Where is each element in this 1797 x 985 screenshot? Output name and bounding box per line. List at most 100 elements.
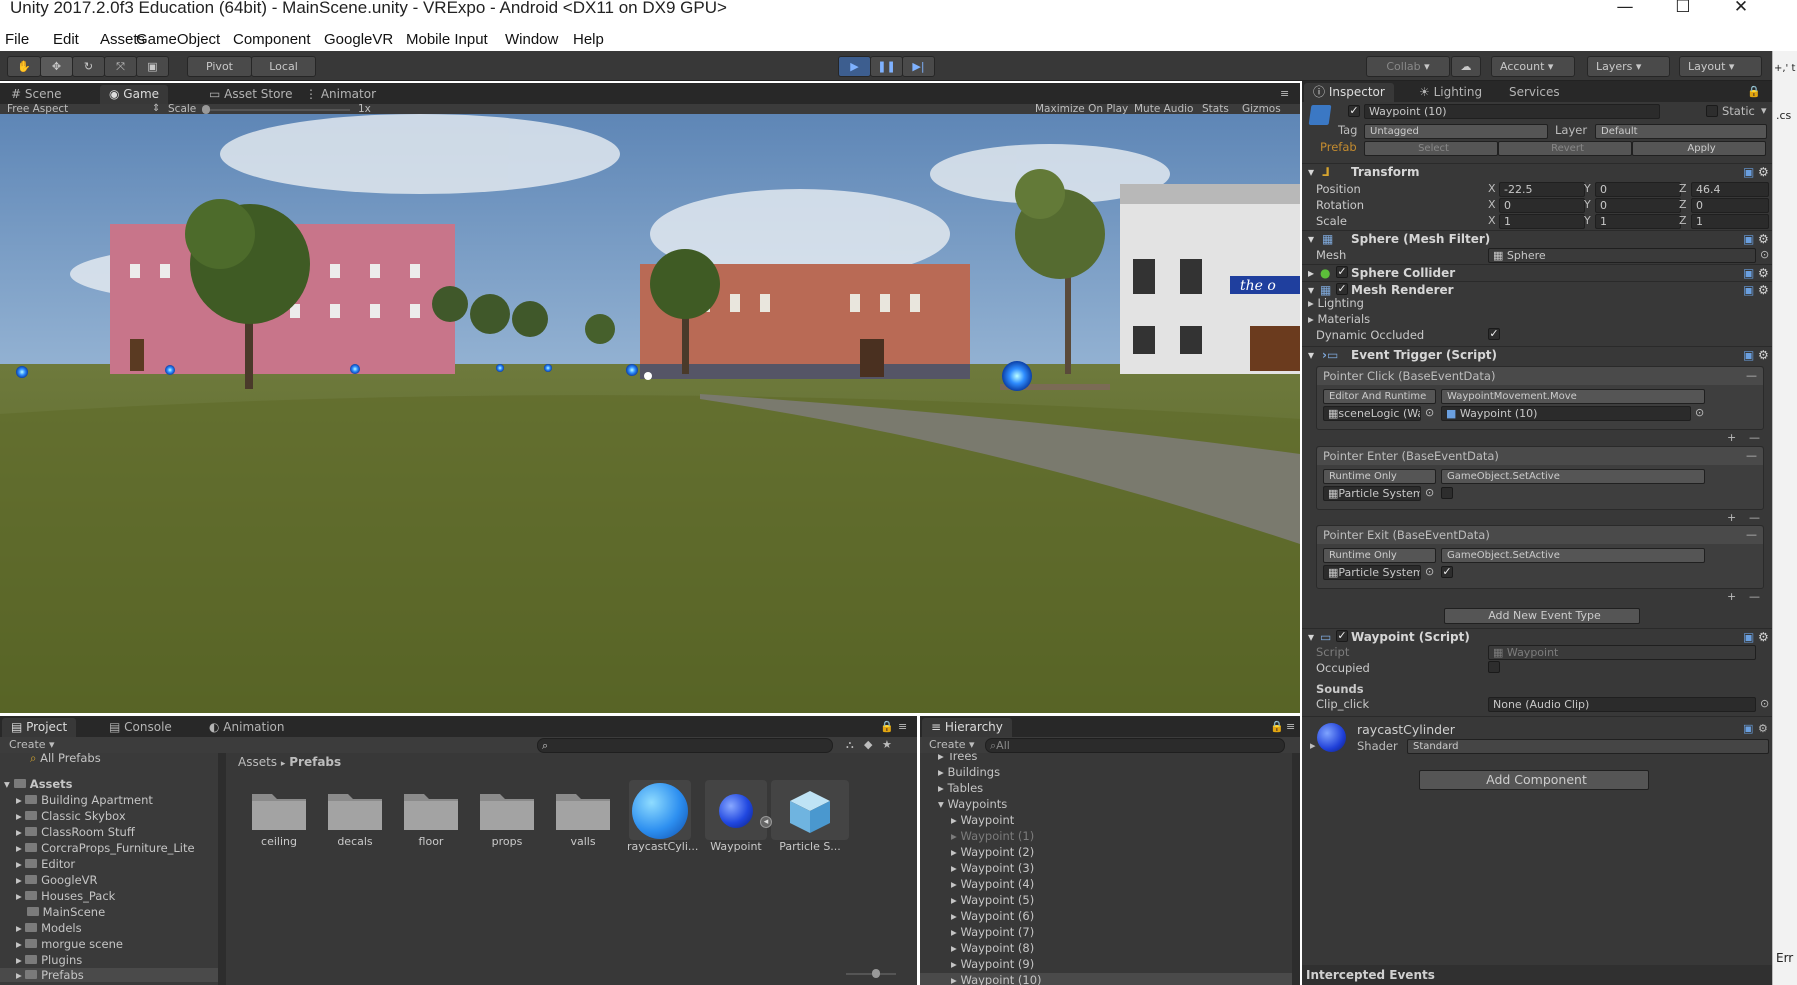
function-dropdown[interactable]: GameObject.SetActive — [1441, 469, 1705, 484]
settings-gear-icon[interactable]: ⚙ — [1758, 722, 1768, 735]
prefab-apply-button[interactable]: Apply — [1632, 141, 1766, 156]
static-dropdown-icon[interactable]: ▾ — [1761, 104, 1767, 117]
rotation-x-field[interactable]: 0 — [1499, 198, 1585, 213]
object-picker-icon[interactable]: ⊙ — [1760, 248, 1769, 261]
hierarchy-item[interactable]: ▸ Buildings — [938, 765, 1000, 779]
tab-inspector[interactable]: ⓘ Inspector — [1304, 83, 1394, 102]
tab-animator[interactable]: ⋮ Animator — [296, 85, 385, 104]
asset-folder[interactable]: floor — [400, 786, 462, 848]
hierarchy-item[interactable]: ▸ Waypoint (8) — [951, 941, 1034, 955]
filter-label-icon[interactable]: ◆ — [864, 738, 872, 751]
hierarchy-item[interactable]: ▸ Waypoint (6) — [951, 909, 1034, 923]
panel-menu-icon[interactable]: ≡ — [1280, 87, 1289, 100]
prefab-select-button[interactable]: Select — [1364, 141, 1498, 156]
tab-console[interactable]: ▤ Console — [100, 718, 181, 737]
tree-folder[interactable]: MainScene — [16, 905, 105, 919]
function-dropdown[interactable]: WaypointMovement.Move — [1441, 389, 1705, 404]
asset-folder[interactable]: props — [476, 786, 538, 848]
close-icon[interactable]: ✕ — [1712, 0, 1770, 28]
settings-gear-icon[interactable]: ⚙ — [1758, 165, 1769, 179]
setactive-checkbox[interactable]: ✓ — [1441, 566, 1453, 578]
object-picker-icon[interactable]: ⊙ — [1425, 406, 1434, 419]
tab-hierarchy[interactable]: ≡ Hierarchy — [922, 718, 1012, 737]
tab-lighting[interactable]: ☀ Lighting — [1410, 83, 1491, 102]
menu-edit[interactable]: Edit — [53, 31, 79, 48]
project-search-input[interactable]: ⌕ — [537, 738, 833, 753]
materials-foldout[interactable]: ▸ Materials — [1308, 312, 1370, 326]
asset-material[interactable]: raycastCyli... — [627, 780, 698, 853]
help-icon[interactable]: ▣ — [1743, 165, 1754, 179]
rotate-tool-icon[interactable]: ↻ — [72, 56, 105, 77]
menu-googlevr[interactable]: GoogleVR — [324, 31, 393, 48]
menu-file[interactable]: File — [5, 31, 29, 48]
layer-dropdown[interactable]: Default — [1595, 124, 1767, 139]
tree-folder[interactable]: ▸ ClassRoom Stuff — [16, 825, 135, 839]
object-name-field[interactable]: Waypoint (10) — [1364, 104, 1660, 119]
tree-folder[interactable]: ▸ Models — [16, 921, 82, 935]
hierarchy-item-selected[interactable]: ▸ Waypoint (10) — [920, 973, 1292, 985]
scale-z-field[interactable]: 1 — [1691, 214, 1769, 229]
add-listener-button[interactable]: + — [1727, 511, 1736, 524]
remove-event-icon[interactable]: — — [1746, 528, 1757, 541]
rotation-z-field[interactable]: 0 — [1691, 198, 1769, 213]
asset-prefab-waypoint[interactable]: Waypoint — [704, 780, 768, 853]
account-dropdown[interactable]: Account ▾ — [1491, 56, 1575, 77]
waypoint-script-header[interactable]: ▾ ▭ ✓ Waypoint (Script) ▣ ⚙ — [1302, 628, 1772, 646]
lock-icon[interactable]: 🔒 — [880, 720, 894, 733]
panel-menu-icon[interactable]: ≡ — [898, 720, 907, 733]
move-tool-icon[interactable]: ✥ — [40, 56, 73, 77]
active-checkbox[interactable]: ✓ — [1348, 105, 1360, 117]
tree-scrollbar[interactable] — [218, 753, 226, 985]
static-checkbox[interactable] — [1706, 105, 1718, 117]
hierarchy-item[interactable]: ▸ Waypoint (2) — [951, 845, 1034, 859]
remove-listener-button[interactable]: — — [1749, 511, 1760, 524]
mesh-field[interactable]: ▦ Sphere — [1488, 248, 1756, 263]
settings-gear-icon[interactable]: ⚙ — [1758, 232, 1769, 246]
menu-component[interactable]: Component — [233, 31, 311, 48]
settings-gear-icon[interactable]: ⚙ — [1758, 266, 1769, 280]
transform-header[interactable]: ▾ ⅃ Transform ▣ ⚙ — [1302, 163, 1772, 181]
help-icon[interactable]: ▣ — [1743, 630, 1754, 644]
help-icon[interactable]: ▣ — [1743, 266, 1754, 280]
hierarchy-item[interactable]: ▾ Waypoints — [938, 797, 1007, 811]
prefab-revert-button[interactable]: Revert — [1498, 141, 1632, 156]
hierarchy-item[interactable]: ▸ Waypoint (5) — [951, 893, 1034, 907]
menu-gameobject[interactable]: GameObject — [136, 31, 220, 48]
step-button[interactable]: ▶| — [902, 56, 935, 77]
sphere-collider-checkbox[interactable]: ✓ — [1336, 266, 1348, 278]
lock-icon[interactable]: 🔒 — [1270, 720, 1284, 733]
breadcrumb-current[interactable]: Prefabs — [289, 755, 341, 769]
position-z-field[interactable]: 46.4 — [1691, 182, 1769, 197]
cloud-icon[interactable]: ☁ — [1451, 56, 1481, 77]
tag-dropdown[interactable]: Untagged — [1364, 124, 1548, 139]
create-dropdown[interactable]: Create ▾ — [9, 738, 55, 751]
local-toggle[interactable]: Local — [251, 56, 316, 77]
add-listener-button[interactable]: + — [1727, 590, 1736, 603]
menu-help[interactable]: Help — [573, 31, 604, 48]
sphere-collider-header[interactable]: ▸ ● ✓ Sphere Collider ▣ ⚙ — [1302, 264, 1772, 282]
hierarchy-item[interactable]: ▸ Waypoint (7) — [951, 925, 1034, 939]
hierarchy-item[interactable]: ▸ Waypoint (9) — [951, 957, 1034, 971]
hierarchy-item[interactable]: ▸ Waypoint (3) — [951, 861, 1034, 875]
tab-animation[interactable]: ◐ Animation — [200, 718, 293, 737]
scale-tool-icon[interactable]: ⤧ — [104, 56, 137, 77]
tree-folder[interactable]: ▸ Plugins — [16, 953, 82, 967]
remove-listener-button[interactable]: — — [1749, 431, 1760, 444]
lock-icon[interactable]: 🔒 — [1747, 85, 1761, 98]
remove-event-icon[interactable]: — — [1746, 369, 1757, 382]
filter-type-icon[interactable]: ⛬ — [846, 738, 854, 752]
help-icon[interactable]: ▣ — [1743, 722, 1753, 735]
tree-folder[interactable]: ▸ Houses_Pack — [16, 889, 115, 903]
scale-slider[interactable] — [202, 109, 350, 111]
object-picker-icon[interactable]: ⊙ — [1695, 406, 1704, 419]
setactive-checkbox[interactable] — [1441, 487, 1453, 499]
asset-folder[interactable]: decals — [324, 786, 386, 848]
play-button[interactable]: ▶ — [838, 56, 871, 77]
favorite-star-icon[interactable]: ★ — [882, 738, 892, 751]
create-dropdown[interactable]: Create ▾ — [929, 738, 975, 751]
tab-game[interactable]: ◉ Game — [100, 85, 169, 104]
tree-folder[interactable]: ▸ Building Apartment — [16, 793, 153, 807]
mesh-renderer-header[interactable]: ▾ ▦ ✓ Mesh Renderer ▣ ⚙ — [1302, 281, 1772, 299]
object-picker-icon[interactable]: ⊙ — [1425, 565, 1434, 578]
menu-window[interactable]: Window — [505, 31, 558, 48]
